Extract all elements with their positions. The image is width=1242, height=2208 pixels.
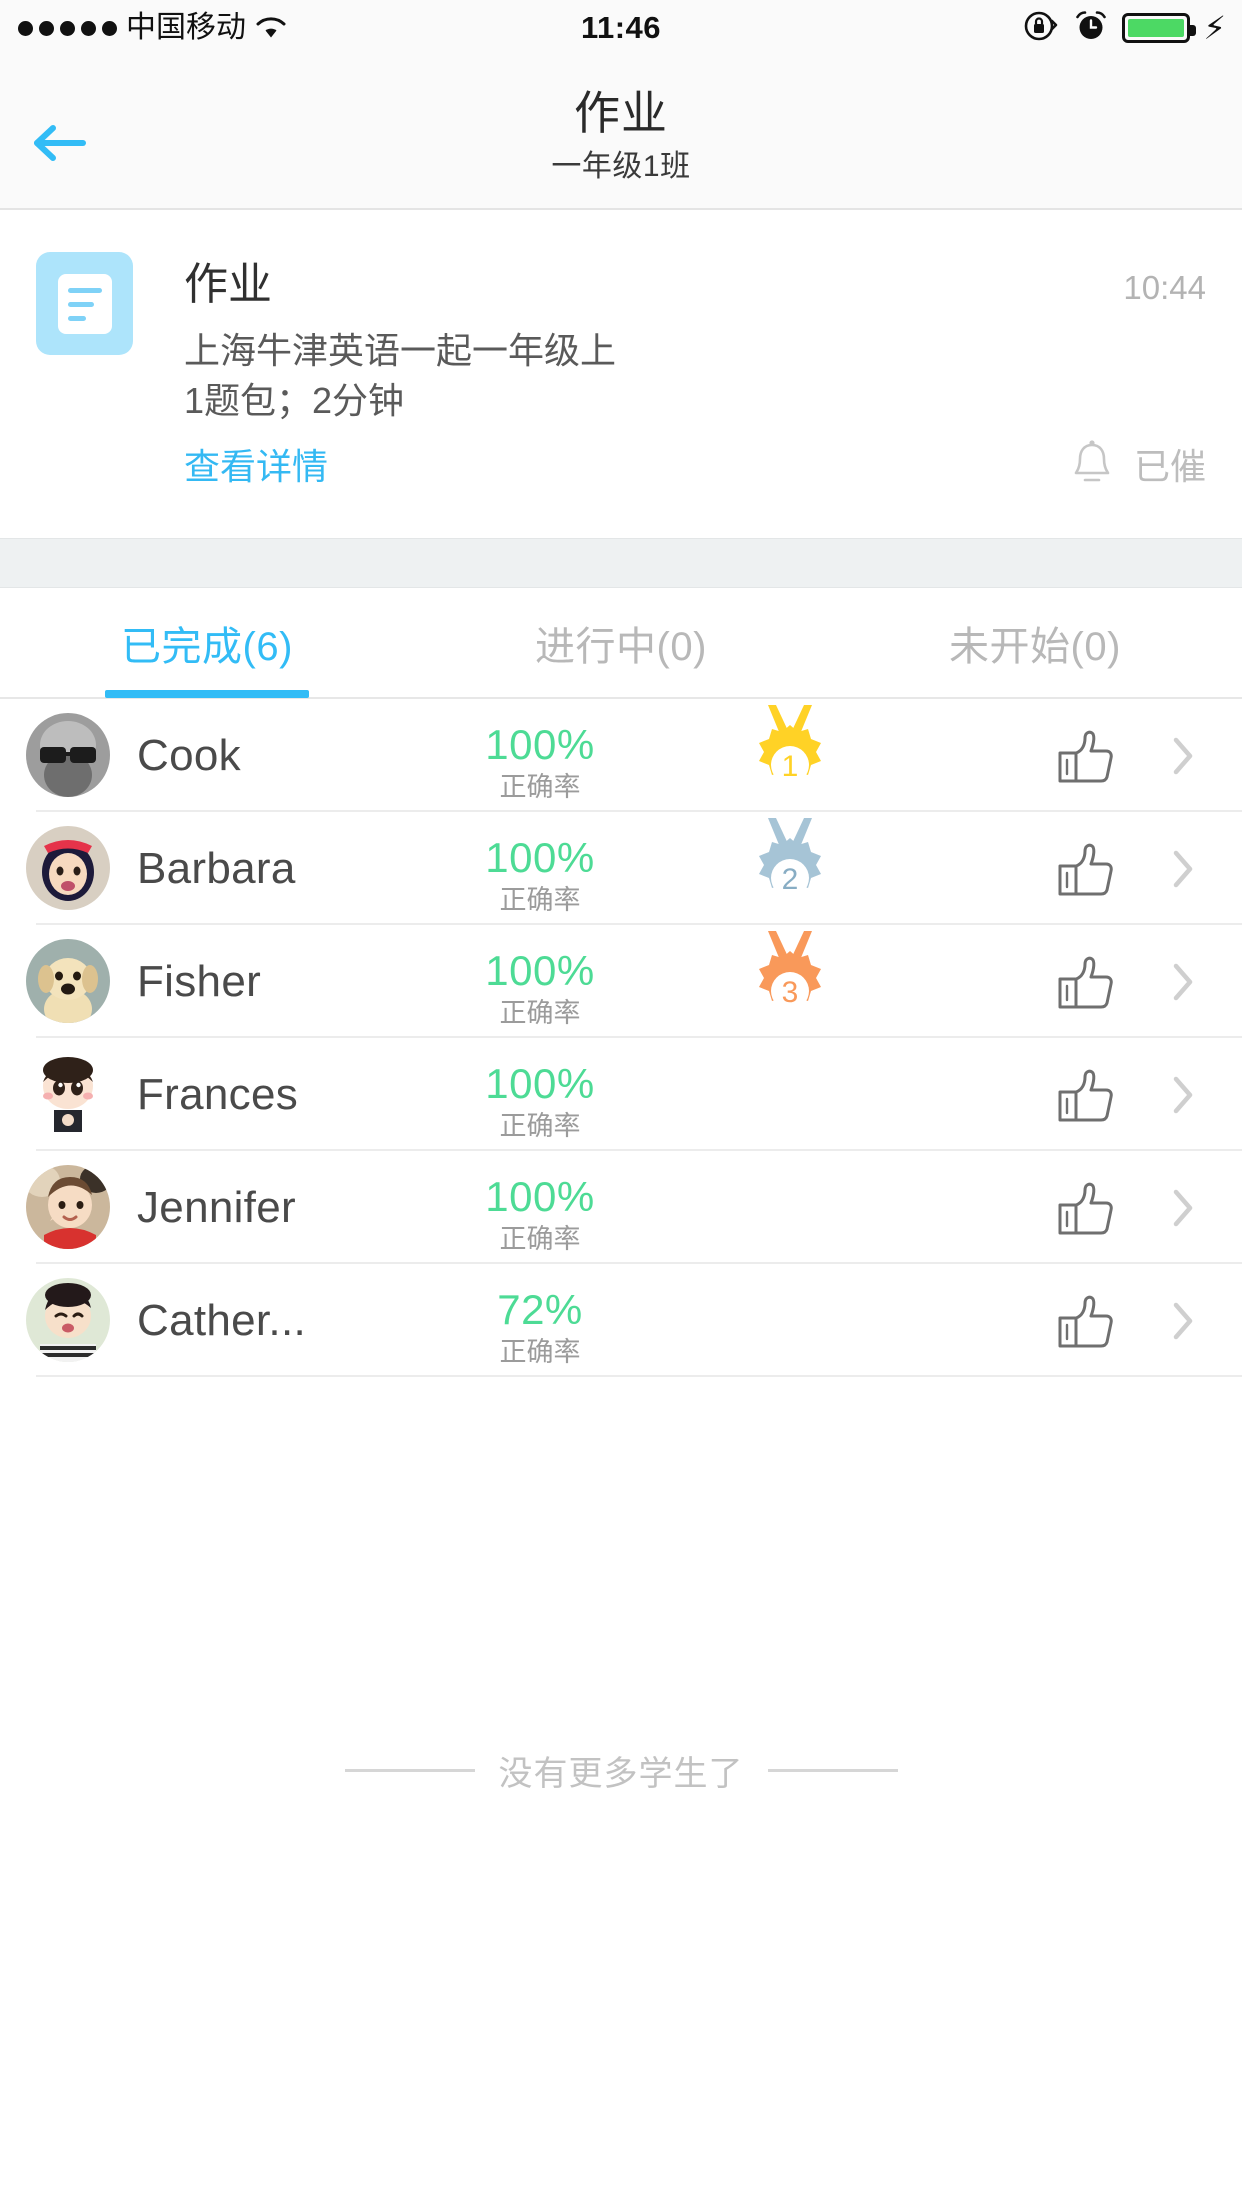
- avatar: [26, 939, 110, 1023]
- thumbs-up-icon[interactable]: [1056, 1294, 1114, 1350]
- accuracy-score: 100% 正确率: [470, 721, 610, 805]
- avatar: [26, 713, 110, 797]
- accuracy-score: 100% 正确率: [470, 947, 610, 1031]
- tab-not-started-label: 未开始(0): [949, 625, 1121, 669]
- footer-divider-right: [767, 1768, 898, 1772]
- lightning-bolt-icon: ⚡: [1203, 10, 1226, 46]
- page-subtitle: 一年级1班: [551, 150, 691, 183]
- card-timestamp: 10:44: [1123, 269, 1206, 306]
- card-description-line1: 上海牛津英语一起一年级上: [184, 330, 617, 371]
- table-row[interactable]: Barbara 100% 正确率 2: [0, 812, 1242, 925]
- nav-title-group: 作业 一年级1班: [0, 82, 1242, 190]
- table-row[interactable]: Cook 100% 正确率 1: [0, 699, 1242, 812]
- table-row[interactable]: Cather... 72% 正确率: [0, 1264, 1242, 1377]
- status-bar-right: ⚡: [1022, 0, 1226, 56]
- avatar: [26, 1278, 110, 1362]
- chevron-right-icon[interactable]: [1170, 699, 1196, 812]
- homework-card[interactable]: 作业 10:44 上海牛津英语一起一年级上 1题包；2分钟 查看详情 已催: [0, 210, 1242, 538]
- alarm-clock-icon: [1074, 9, 1108, 48]
- student-name: Frances: [137, 1069, 299, 1119]
- thumbs-up-icon[interactable]: [1056, 955, 1114, 1011]
- thumbs-up-icon[interactable]: [1056, 729, 1114, 785]
- app-screen: 中国移动 11:46 ⚡ 作业 一年级1班 作业 10:44 上海牛津英语一起一…: [0, 0, 1242, 2208]
- accuracy-label: 正确率: [499, 998, 581, 1028]
- chevron-right-icon[interactable]: [1170, 1038, 1196, 1151]
- rank-medal-bronze-icon: 3: [740, 931, 840, 1035]
- student-list: Cook 100% 正确率 1 Barbara 100% 正确率 2 Fishe…: [0, 699, 1242, 1377]
- chevron-right-icon[interactable]: [1170, 1264, 1196, 1377]
- bell-icon: [1068, 438, 1116, 495]
- accuracy-label: 正确率: [499, 1111, 581, 1141]
- status-tab-bar: 已完成(6) 进行中(0) 未开始(0): [0, 589, 1242, 699]
- student-name: Cook: [137, 730, 241, 780]
- remind-label: 已催: [1133, 445, 1206, 487]
- status-bar: 中国移动 11:46 ⚡: [0, 0, 1242, 56]
- navigation-bar: 作业 一年级1班: [0, 56, 1242, 210]
- accuracy-score: 100% 正确率: [470, 834, 610, 918]
- accuracy-percent: 72%: [497, 1286, 583, 1333]
- accuracy-percent: 100%: [485, 1173, 595, 1220]
- accuracy-score: 72% 正确率: [470, 1286, 610, 1370]
- footer-divider-left: [344, 1768, 475, 1772]
- card-description-line2: 1题包；2分钟: [184, 380, 405, 421]
- tab-in-progress[interactable]: 进行中(0): [414, 589, 828, 697]
- avatar: [26, 1165, 110, 1249]
- svg-text:3: 3: [782, 976, 799, 1009]
- accuracy-label: 正确率: [499, 772, 581, 802]
- student-name: Fisher: [137, 956, 262, 1006]
- rank-medal-silver-icon: 2: [740, 818, 840, 922]
- accuracy-label: 正确率: [499, 1224, 581, 1254]
- svg-text:1: 1: [782, 750, 799, 783]
- accuracy-percent: 100%: [485, 721, 595, 768]
- rotation-lock-icon: [1022, 9, 1060, 48]
- accuracy-label: 正确率: [499, 1337, 581, 1367]
- battery-icon: [1121, 13, 1196, 43]
- thumbs-up-icon[interactable]: [1056, 842, 1114, 898]
- thumbs-up-icon[interactable]: [1056, 1181, 1114, 1237]
- accuracy-percent: 100%: [485, 1060, 595, 1107]
- homework-document-icon: [36, 252, 133, 355]
- student-name: Cather...: [137, 1295, 307, 1345]
- table-row[interactable]: Fisher 100% 正确率 3: [0, 925, 1242, 1038]
- view-detail-link[interactable]: 查看详情: [184, 442, 328, 492]
- svg-text:2: 2: [782, 863, 799, 896]
- page-title: 作业: [574, 87, 668, 139]
- thumbs-up-icon[interactable]: [1056, 1068, 1114, 1124]
- tab-not-started[interactable]: 未开始(0): [828, 589, 1242, 697]
- accuracy-score: 100% 正确率: [470, 1173, 610, 1257]
- tab-completed[interactable]: 已完成(6): [0, 589, 414, 697]
- rank-medal-gold-icon: 1: [740, 705, 840, 809]
- list-end-footer: 没有更多学生了: [0, 1740, 1242, 1800]
- section-divider: [0, 538, 1242, 588]
- footer-label: 没有更多学生了: [498, 1754, 744, 1793]
- chevron-right-icon[interactable]: [1170, 812, 1196, 925]
- chevron-right-icon[interactable]: [1170, 1151, 1196, 1264]
- tab-in-progress-label: 进行中(0): [535, 625, 707, 669]
- accuracy-score: 100% 正确率: [470, 1060, 610, 1144]
- avatar: [26, 826, 110, 910]
- accuracy-percent: 100%: [485, 947, 595, 994]
- table-row[interactable]: Jennifer 100% 正确率: [0, 1151, 1242, 1264]
- chevron-right-icon[interactable]: [1170, 925, 1196, 1038]
- table-row[interactable]: Frances 100% 正确率: [0, 1038, 1242, 1151]
- avatar: [26, 1052, 110, 1136]
- student-name: Barbara: [137, 843, 296, 893]
- accuracy-percent: 100%: [485, 834, 595, 881]
- tab-completed-label: 已完成(6): [121, 625, 293, 669]
- student-name: Jennifer: [137, 1182, 296, 1232]
- accuracy-label: 正确率: [499, 885, 581, 915]
- remind-button[interactable]: 已催: [1068, 438, 1206, 495]
- card-title: 作业: [184, 260, 272, 309]
